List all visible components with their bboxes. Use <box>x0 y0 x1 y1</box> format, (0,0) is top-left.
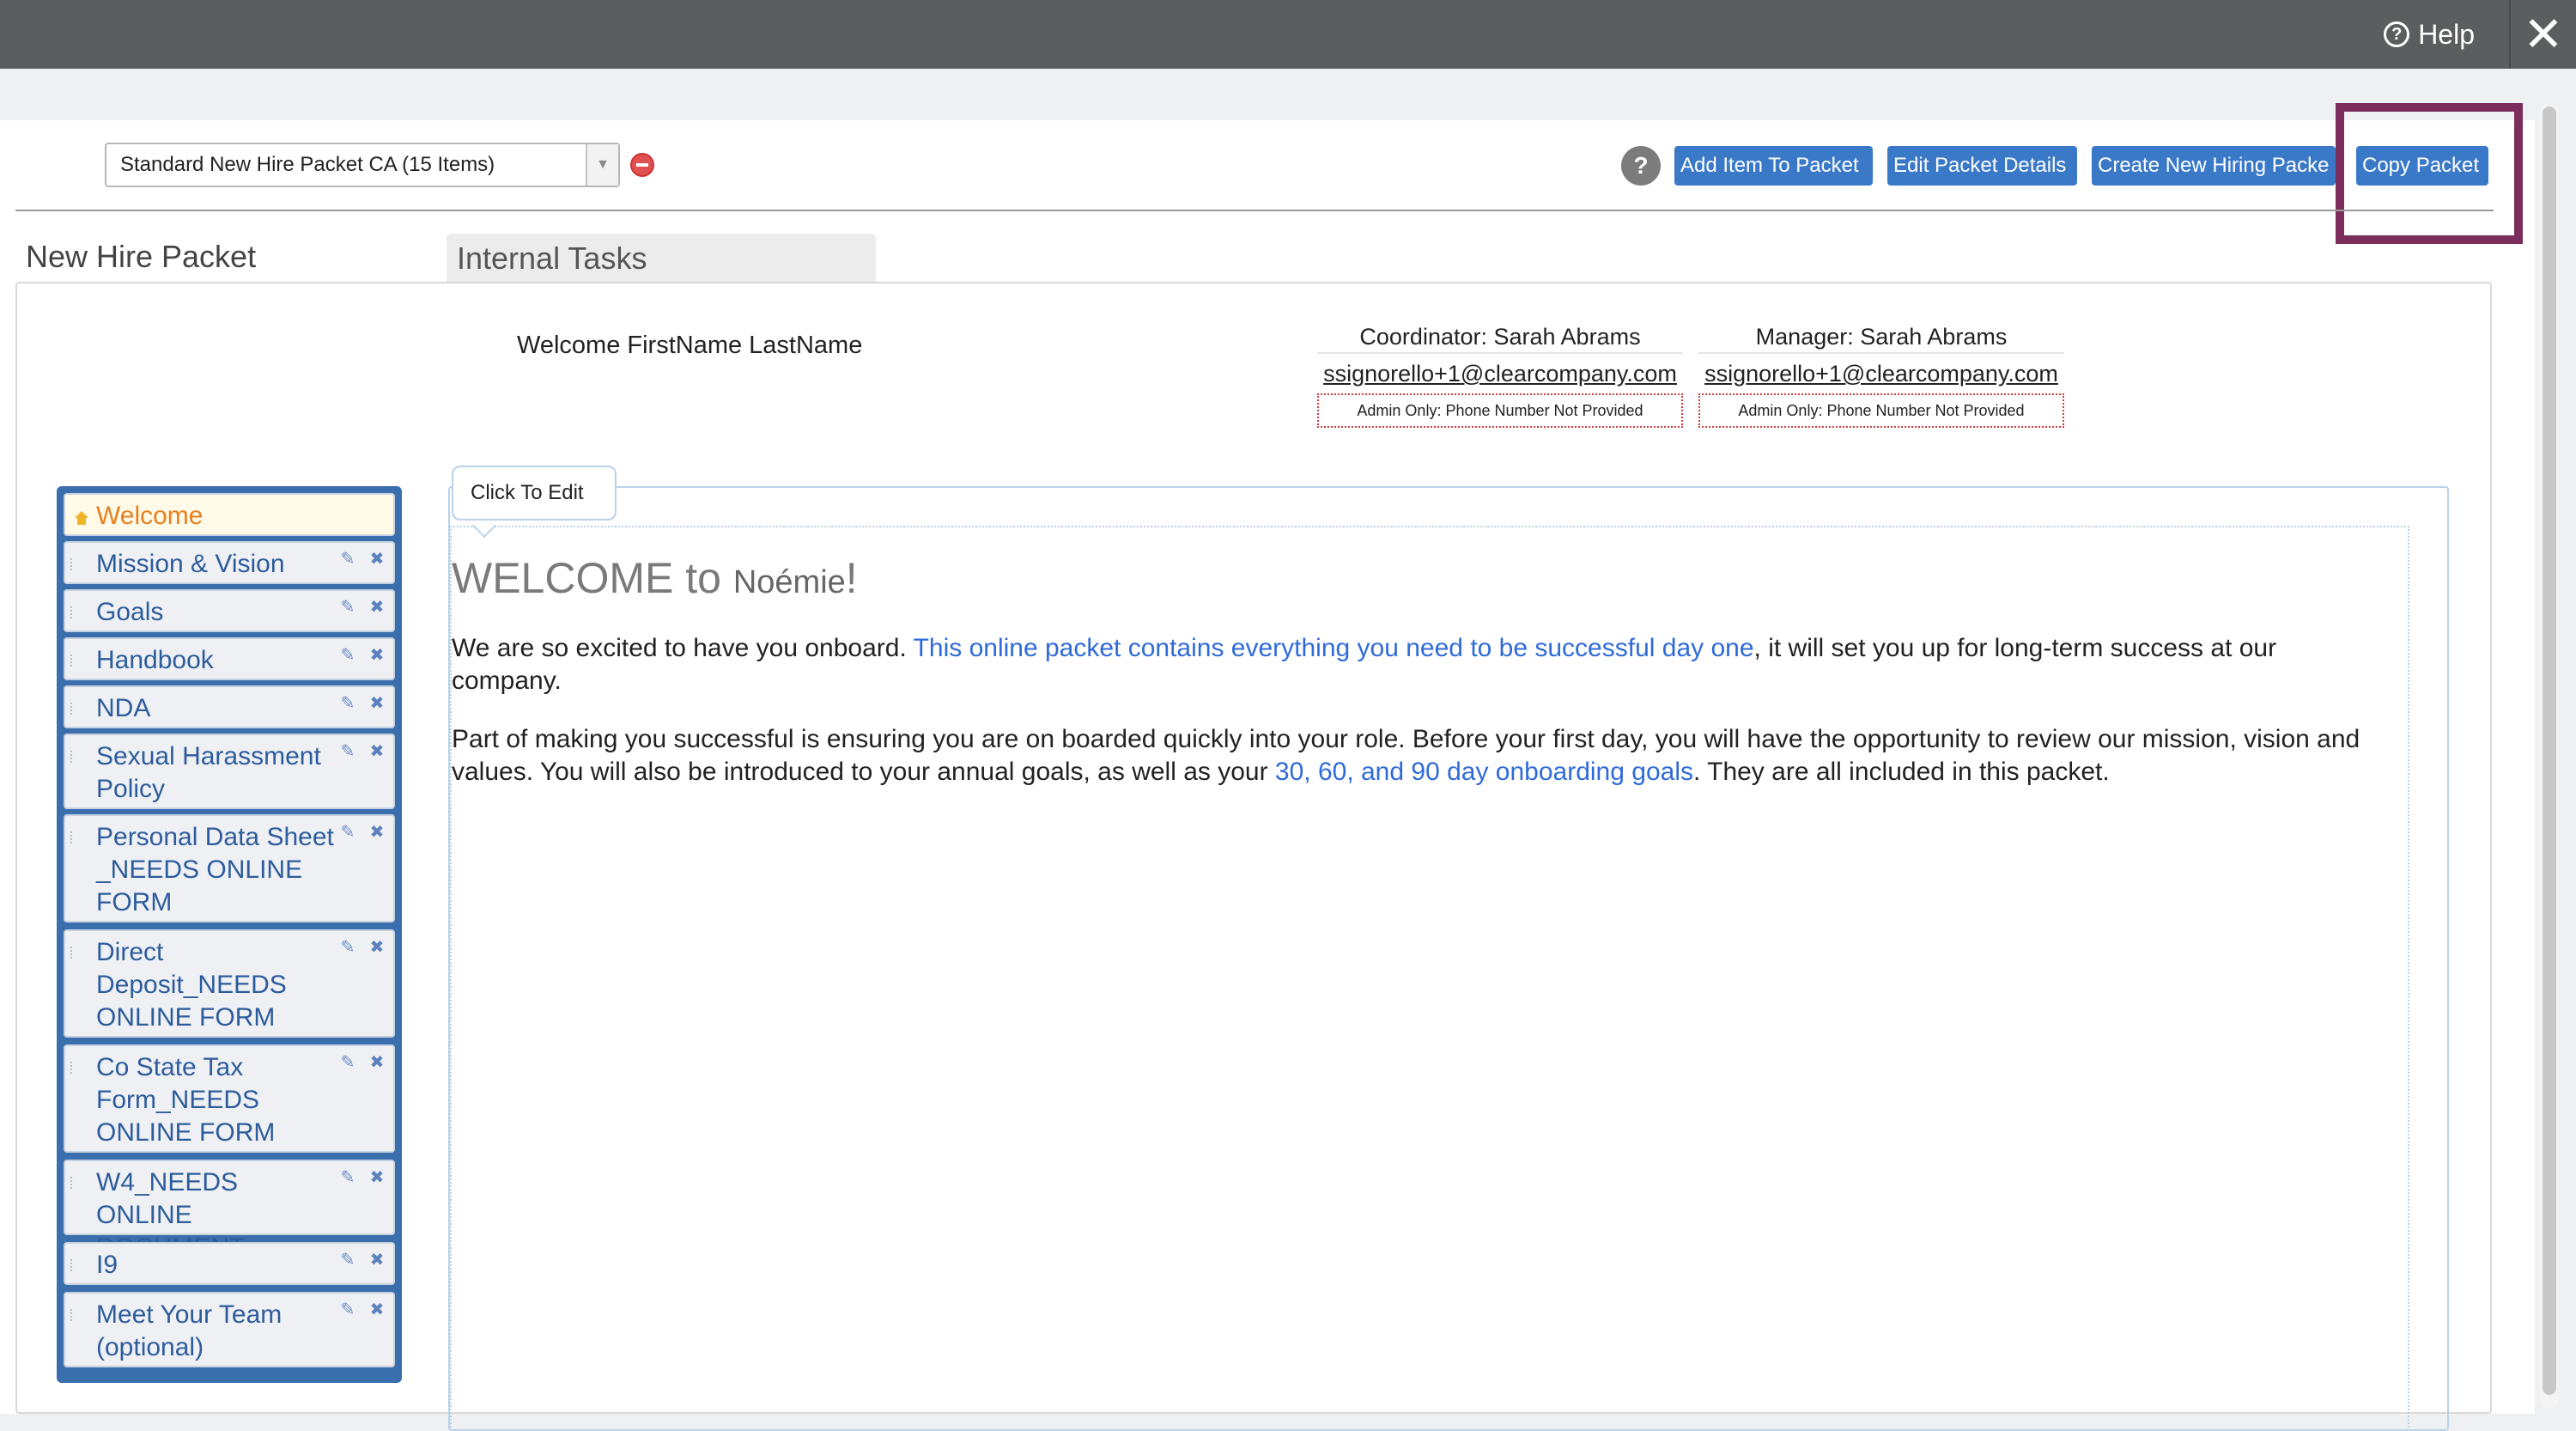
manager-email-link[interactable]: ssignorello+1@clearcompany.com <box>1698 354 2064 393</box>
welcome-heading: WELCOME to Noémie! <box>452 553 858 603</box>
edit-packet-details-button[interactable]: Edit Packet Details <box>1887 146 2077 186</box>
delete-icon[interactable]: ✖ <box>368 742 386 761</box>
welcome-paragraph-2: Part of making you successful is ensurin… <box>452 723 2392 789</box>
sidebar-item-label: Meet Your Team (optional) <box>96 1300 283 1361</box>
pencil-icon[interactable]: ✎ <box>338 646 357 665</box>
pencil-icon[interactable]: ✎ <box>338 1251 357 1270</box>
sidebar-item-label: Co State Tax Form_NEEDS ONLINE FORM <box>96 1053 276 1147</box>
sidebar-item-state-tax-form[interactable]: Co State Tax Form_NEEDS ONLINE FORM ✎ ✖ <box>64 1044 395 1153</box>
highlight-box <box>2336 103 2523 244</box>
drag-handle-icon[interactable] <box>70 1309 74 1321</box>
pencil-icon[interactable]: ✎ <box>338 598 357 617</box>
pencil-icon[interactable]: ✎ <box>338 550 357 569</box>
manager-role: Manager: Sarah Abrams <box>1698 320 2064 354</box>
drag-handle-icon[interactable] <box>70 831 74 843</box>
top-bar <box>0 0 2576 69</box>
click-to-edit-tooltip[interactable]: Click To Edit <box>452 466 617 521</box>
delete-icon[interactable]: ✖ <box>368 938 386 957</box>
heading-prefix: WELCOME to <box>452 554 733 602</box>
drag-handle-icon[interactable] <box>70 947 74 959</box>
delete-icon[interactable]: ✖ <box>368 1168 386 1187</box>
paragraph-text: . They are all included in this packet. <box>1692 758 2110 786</box>
packet-select-value: Standard New Hire Packet CA (15 Items) <box>120 153 495 176</box>
sidebar-item-goals[interactable]: Goals ✎ ✖ <box>64 589 395 632</box>
coordinator-role: Coordinator: Sarah Abrams <box>1317 320 1683 354</box>
welcome-line: Welcome FirstName LastName <box>517 332 863 359</box>
welcome-paragraph-1: We are so excited to have you onboard. T… <box>452 632 2392 697</box>
sidebar-item-label: Welcome <box>96 502 204 530</box>
sidebar-item-label: Personal Data Sheet _NEEDS ONLINE FORM <box>96 823 334 916</box>
question-icon[interactable]: ? <box>1621 146 1661 186</box>
sidebar-item-mission-vision[interactable]: Mission & Vision ✎ ✖ <box>64 541 395 584</box>
pencil-icon[interactable]: ✎ <box>338 742 357 761</box>
sidebar-item-label: NDA <box>96 694 151 722</box>
drag-handle-icon[interactable] <box>70 751 74 763</box>
delete-icon[interactable]: ✖ <box>368 1251 386 1270</box>
drag-handle-icon[interactable] <box>70 606 74 618</box>
sidebar-item-handbook[interactable]: Handbook ✎ ✖ <box>64 637 395 680</box>
manager-card: Manager: Sarah Abrams ssignorello+1@clea… <box>1698 320 2064 428</box>
drag-handle-icon[interactable] <box>70 1062 74 1074</box>
delete-icon[interactable]: ✖ <box>368 598 386 617</box>
delete-icon[interactable]: ✖ <box>368 1053 386 1072</box>
delete-icon[interactable]: ✖ <box>368 694 386 713</box>
help-button[interactable]: ? Help <box>2384 15 2475 53</box>
tab-new-hire-packet[interactable]: New Hire Packet <box>26 239 256 275</box>
onboarding-goals-link[interactable]: 30, 60, and 90 day onboarding goals <box>1275 758 1693 786</box>
sidebar-item-label: I9 <box>96 1251 118 1279</box>
coordinator-card: Coordinator: Sarah Abrams ssignorello+1@… <box>1317 320 1683 428</box>
manager-phone: Admin Only: Phone Number Not Provided <box>1698 393 2064 428</box>
tab-internal-tasks[interactable]: Internal Tasks <box>447 234 876 282</box>
heading-suffix: ! <box>845 554 858 602</box>
pencil-icon[interactable]: ✎ <box>338 1300 357 1319</box>
drag-handle-icon[interactable] <box>70 1259 74 1271</box>
packet-select[interactable]: Standard New Hire Packet CA (15 Items) ▼ <box>105 143 620 187</box>
help-label: Help <box>2418 18 2475 50</box>
pencil-icon[interactable]: ✎ <box>338 1168 357 1187</box>
heading-name: Noémie <box>732 564 846 600</box>
packet-info-link[interactable]: This online packet contains everything y… <box>914 634 1754 662</box>
remove-packet-icon[interactable] <box>630 153 654 177</box>
pencil-icon[interactable]: ✎ <box>338 1053 357 1072</box>
chevron-down-icon[interactable]: ▼ <box>586 144 618 186</box>
sidebar-item-welcome[interactable]: Welcome <box>64 493 395 536</box>
coordinator-phone: Admin Only: Phone Number Not Provided <box>1317 393 1683 428</box>
sidebar-item-direct-deposit[interactable]: Direct Deposit_NEEDS ONLINE FORM ✎ ✖ <box>64 929 395 1038</box>
sidebar-item-label: Goals <box>96 598 164 626</box>
sidebar-item-label: Sexual Harassment Policy <box>96 742 321 803</box>
drag-handle-icon[interactable] <box>70 1177 74 1189</box>
drag-handle-icon[interactable] <box>70 558 74 570</box>
drag-handle-icon[interactable] <box>70 655 74 667</box>
delete-icon[interactable]: ✖ <box>368 1300 386 1319</box>
close-icon[interactable]: ✕ <box>2516 7 2571 62</box>
sidebar-item-i9[interactable]: I9 ✎ ✖ <box>64 1242 395 1285</box>
sidebar-item-label: Mission & Vision <box>96 550 285 578</box>
sidebar-item-w4[interactable]: W4_NEEDS ONLINE DOCUMENT ✎ ✖ <box>64 1160 395 1262</box>
help-icon: ? <box>2384 21 2410 47</box>
pencil-icon[interactable]: ✎ <box>338 694 357 713</box>
divider <box>15 210 2494 211</box>
sidebar-item-label: Direct Deposit_NEEDS ONLINE FORM <box>96 938 287 1032</box>
sidebar-item-nda[interactable]: NDA ✎ ✖ <box>64 685 395 728</box>
drag-handle-icon[interactable] <box>70 703 74 715</box>
delete-icon[interactable]: ✖ <box>368 646 386 665</box>
sidebar-item-personal-data-sheet[interactable]: Personal Data Sheet _NEEDS ONLINE FORM ✎… <box>64 814 395 923</box>
delete-icon[interactable]: ✖ <box>368 550 386 569</box>
paragraph-text: We are so excited to have you onboard. <box>452 634 914 662</box>
scrollbar-thumb[interactable] <box>2543 107 2556 1395</box>
divider <box>2509 0 2511 69</box>
add-item-button[interactable]: Add Item To Packet <box>1674 146 1873 186</box>
coordinator-email-link[interactable]: ssignorello+1@clearcompany.com <box>1317 354 1683 393</box>
sidebar-item-label: Handbook <box>96 646 214 674</box>
sidebar-item-meet-your-team[interactable]: Meet Your Team (optional) ✎ ✖ <box>64 1292 395 1367</box>
create-new-packet-button[interactable]: Create New Hiring Packe <box>2092 146 2336 186</box>
sidebar-item-sexual-harassment[interactable]: Sexual Harassment Policy ✎ ✖ <box>64 734 395 809</box>
pencil-icon[interactable]: ✎ <box>338 938 357 957</box>
delete-icon[interactable]: ✖ <box>368 823 386 842</box>
packet-items-sidebar: Welcome Mission & Vision ✎ ✖ Goals ✎ ✖ H… <box>57 486 402 1383</box>
pencil-icon[interactable]: ✎ <box>338 823 357 842</box>
home-icon <box>75 511 88 525</box>
